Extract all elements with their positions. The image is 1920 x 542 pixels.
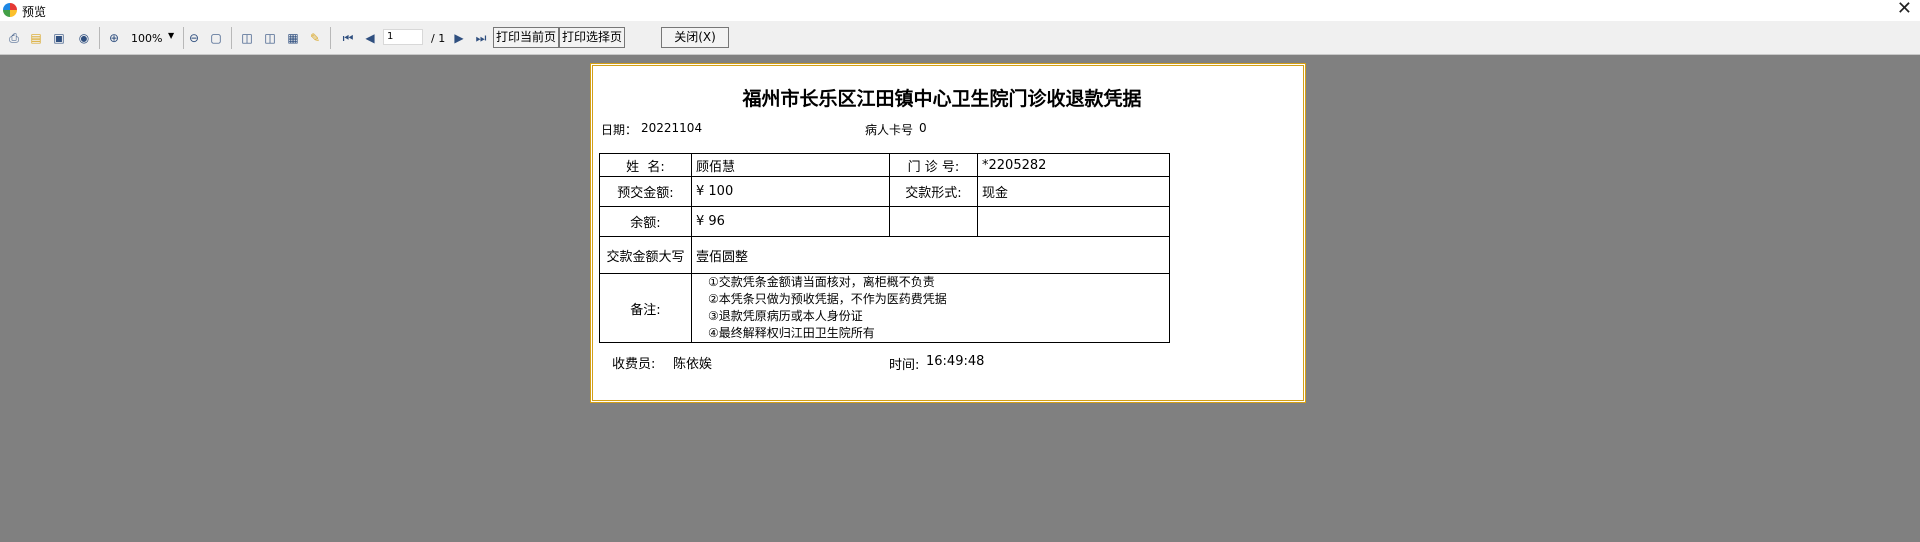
amount-upper-value: 壹佰圆整 xyxy=(691,236,1170,274)
prepaid-label: 预交金额: xyxy=(599,176,692,207)
name-label: 姓 名: xyxy=(599,153,692,177)
date-value: 20221104 xyxy=(641,121,703,135)
page-number-input[interactable] xyxy=(383,29,423,45)
toolbar-separator xyxy=(231,27,232,49)
app-logo-icon xyxy=(3,3,17,17)
toolbar-separator xyxy=(183,27,184,49)
two-page-icon[interactable]: ◫ xyxy=(262,30,278,46)
prepaid-value: ¥ 100 xyxy=(691,176,890,207)
notes-label: 备注: xyxy=(599,273,692,343)
note-item: ②本凭条只做为预收凭据，不作为医药费凭据 xyxy=(708,292,947,306)
cashier-value: 陈依娭 xyxy=(673,357,713,372)
card-label: 病人卡号 xyxy=(865,123,914,137)
print-current-page-button[interactable]: 打印当前页 xyxy=(493,27,559,48)
thumbnail-icon[interactable]: ▦ xyxy=(285,30,301,46)
single-page-icon[interactable]: ◫ xyxy=(239,30,255,46)
toolbar: ⎙ ▤ ▣ ◉ ⊕ 100% ▼ ⊖ ▢ ◫ ◫ ▦ ✎ ⏮ ◀ / 1 ▶ ⏭… xyxy=(0,21,1920,55)
open-folder-icon[interactable]: ▤ xyxy=(28,30,44,46)
toolbar-separator xyxy=(99,27,100,49)
table-row: 备注: ①交款凭条金额请当面核对，离柜概不负责 ②本凭条只做为预收凭据，不作为医… xyxy=(599,273,1170,343)
prev-page-icon[interactable]: ◀ xyxy=(362,30,378,46)
print-selected-pages-button[interactable]: 打印选择页 xyxy=(559,27,625,48)
note-item: ③退款凭原病历或本人身份证 xyxy=(708,309,863,323)
toolbar-separator xyxy=(330,27,331,49)
zoom-level[interactable]: 100% xyxy=(131,32,162,45)
pay-method-label: 交款形式: xyxy=(889,176,978,207)
amount-upper-label: 交款金额大写 xyxy=(599,236,692,274)
empty-cell xyxy=(977,206,1170,237)
edit-icon[interactable]: ✎ xyxy=(307,30,323,46)
date-label: 日期： xyxy=(601,123,638,137)
print-icon[interactable]: ⎙ xyxy=(6,30,22,46)
time-value: 16:49:48 xyxy=(926,354,985,369)
clinic-no-value: *2205282 xyxy=(977,153,1170,177)
pay-method-value: 现金 xyxy=(977,176,1170,207)
clinic-no-label: 门 诊 号: xyxy=(889,153,978,177)
fit-page-icon[interactable]: ▢ xyxy=(208,30,224,46)
table-row: 预交金额: ¥ 100 交款形式: 现金 xyxy=(599,176,1170,207)
save-icon[interactable]: ▣ xyxy=(51,30,67,46)
next-page-icon[interactable]: ▶ xyxy=(451,30,467,46)
receipt-paper: 福州市长乐区江田镇中心卫生院门诊收退款凭据 日期： 20221104 病人卡号 … xyxy=(590,63,1306,403)
window-close-icon[interactable]: ✕ xyxy=(1897,0,1912,19)
find-icon[interactable]: ◉ xyxy=(76,30,92,46)
note-item: ①交款凭条金额请当面核对，离柜概不负责 xyxy=(708,275,935,289)
chevron-down-icon[interactable]: ▼ xyxy=(168,31,174,40)
empty-cell xyxy=(889,206,978,237)
zoom-out-icon[interactable]: ⊖ xyxy=(186,30,202,46)
zoom-in-icon[interactable]: ⊕ xyxy=(106,30,122,46)
table-row: 姓 名: 顾佰慧 门 诊 号: *2205282 xyxy=(599,153,1170,177)
window-title: 预览 xyxy=(22,5,47,19)
card-value: 0 xyxy=(919,121,927,135)
table-row: 交款金额大写 壹佰圆整 xyxy=(599,236,1170,274)
notes-list: ①交款凭条金额请当面核对，离柜概不负责 ②本凭条只做为预收凭据，不作为医药费凭据… xyxy=(691,273,1170,343)
last-page-icon[interactable]: ⏭ xyxy=(473,30,489,46)
name-value: 顾佰慧 xyxy=(691,153,890,177)
table-row: 余额: ¥ 96 xyxy=(599,206,1170,237)
cashier-label: 收费员: xyxy=(612,357,656,372)
receipt-title: 福州市长乐区江田镇中心卫生院门诊收退款凭据 xyxy=(742,88,1142,110)
note-item: ④最终解释权归江田卫生院所有 xyxy=(708,326,875,340)
balance-label: 余额: xyxy=(599,206,692,237)
page-total: / 1 xyxy=(431,32,446,45)
time-label: 时间: xyxy=(889,358,920,373)
close-button[interactable]: 关闭(X) xyxy=(661,27,729,48)
receipt-table: 姓 名: 顾佰慧 门 诊 号: *2205282 预交金额: ¥ 100 交款形… xyxy=(599,153,1170,343)
first-page-icon[interactable]: ⏮ xyxy=(340,30,356,46)
window-titlebar: 预览 ✕ xyxy=(0,0,1920,21)
balance-value: ¥ 96 xyxy=(691,206,890,237)
